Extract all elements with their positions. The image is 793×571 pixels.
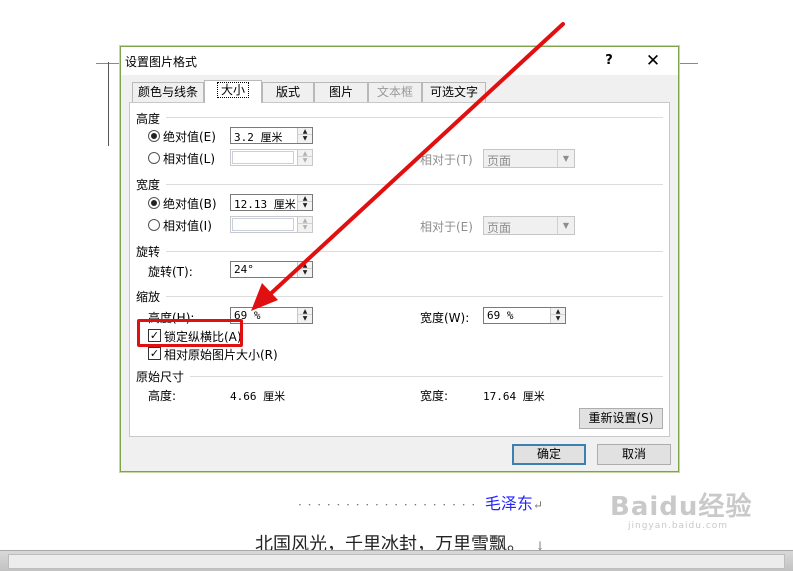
arrow-shaft (264, 22, 565, 300)
tab-size[interactable]: 大小 (204, 80, 262, 103)
annotation-arrow-icon (251, 22, 565, 311)
arrow-head (251, 283, 278, 311)
